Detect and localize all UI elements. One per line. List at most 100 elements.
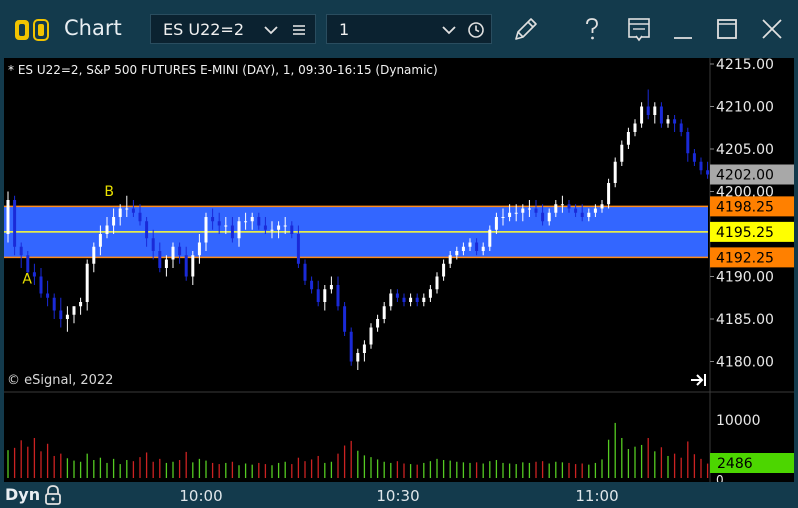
- candle-body: [158, 251, 162, 268]
- candle-body: [217, 221, 221, 226]
- candle-body: [580, 212, 584, 217]
- right-border: [794, 58, 798, 482]
- candle-body: [178, 246, 182, 256]
- candle-body: [257, 217, 261, 226]
- candle-body: [607, 183, 611, 205]
- volume-tick-label: 0: [716, 473, 724, 482]
- mode-label[interactable]: Dyn: [5, 485, 40, 504]
- candle-body: [283, 225, 287, 227]
- candle-body: [673, 119, 677, 124]
- candle-body: [65, 314, 69, 319]
- candle-body: [613, 161, 617, 183]
- clock-icon[interactable]: [467, 21, 485, 39]
- interval-selector[interactable]: 1: [326, 14, 492, 44]
- candle-body: [59, 310, 63, 319]
- candle-body: [501, 217, 505, 218]
- candle-body: [600, 204, 604, 209]
- chart-area[interactable]: 4215.00 4210.00 4205.00 4200.00 4190.00 4185.…: [0, 57, 798, 487]
- candle-body: [303, 263, 307, 281]
- pencil-icon[interactable]: [511, 14, 541, 44]
- candle-body: [488, 229, 492, 247]
- minimize-icon[interactable]: [668, 14, 698, 44]
- candle-body: [448, 255, 452, 264]
- band-layer: [4, 205, 708, 259]
- candle-body: [508, 212, 512, 217]
- candle-body: [409, 297, 413, 302]
- candle-body: [362, 344, 366, 353]
- candle-body: [593, 208, 597, 213]
- candle-body: [435, 276, 439, 290]
- price-tick-label: 4210.00: [716, 100, 774, 116]
- candle-body: [118, 208, 122, 217]
- bottom-bar: Dyn 10:00 10:30 11:00: [0, 482, 798, 508]
- candle-body: [46, 293, 50, 298]
- candle-body: [626, 132, 630, 145]
- candle-body: [481, 246, 485, 251]
- candle-body: [461, 246, 465, 251]
- chevron-down-icon[interactable]: [263, 23, 279, 37]
- symbol-selector[interactable]: ES U22=2: [150, 14, 316, 44]
- candle-body: [32, 272, 36, 277]
- candle-body: [442, 263, 446, 277]
- candle-body: [263, 225, 267, 230]
- candle-body: [290, 225, 294, 234]
- volume-layer: [7, 422, 709, 478]
- band-lower-label: 4192.25: [716, 250, 774, 266]
- chevron-down-icon[interactable]: [441, 23, 457, 37]
- band-mid-label: 4195.25: [716, 225, 774, 241]
- candle-body: [382, 306, 386, 319]
- candle-body: [666, 119, 670, 124]
- current-price-label: 4202.00: [716, 168, 774, 184]
- maximize-icon[interactable]: [712, 14, 742, 44]
- candle-body: [105, 225, 109, 234]
- candle-body: [468, 242, 472, 247]
- help-icon[interactable]: [577, 14, 607, 44]
- candle-body: [541, 212, 545, 222]
- candle-body: [428, 289, 432, 298]
- candle-body: [277, 225, 281, 230]
- template-icon[interactable]: [624, 14, 654, 44]
- candle-body: [527, 208, 531, 210]
- candle-body: [415, 297, 419, 302]
- candle-body: [184, 255, 188, 277]
- close-icon[interactable]: [757, 14, 787, 44]
- candle-body: [554, 204, 558, 213]
- candle-body: [706, 170, 710, 175]
- candle-body: [19, 246, 23, 256]
- price-tick-label: 4215.00: [716, 58, 774, 73]
- price-volume-chart[interactable]: 4215.004210.004205.004200.004190.004185.…: [0, 57, 798, 487]
- candle-body: [567, 204, 571, 209]
- candle-body: [13, 200, 17, 247]
- volume-current-label: 2486: [717, 456, 753, 472]
- candle-body: [26, 255, 30, 273]
- annotation-b: B: [104, 184, 114, 200]
- volume-tick-label: 10000: [716, 413, 761, 429]
- menu-icon[interactable]: [291, 22, 307, 38]
- candle-body: [653, 106, 657, 115]
- candle-body: [296, 234, 300, 264]
- candle-body: [270, 229, 274, 231]
- time-axis-label: 10:30: [376, 487, 420, 505]
- candle-body: [39, 276, 43, 294]
- title-bar: Chart ES U22=2 1: [0, 0, 798, 58]
- lock-icon[interactable]: [43, 484, 63, 506]
- candle-body: [224, 225, 228, 227]
- copyright-text: © eSignal, 2022: [7, 373, 114, 388]
- candle-body: [310, 280, 314, 290]
- annotation-a: A: [22, 271, 32, 287]
- candle-body: [633, 123, 637, 132]
- candle-body: [151, 238, 155, 251]
- candle-body: [659, 106, 663, 124]
- candle-body: [244, 221, 248, 223]
- jump-to-end-icon[interactable]: [690, 372, 708, 388]
- candle-body: [686, 132, 690, 154]
- candle-body: [369, 327, 373, 345]
- candle-body: [395, 293, 399, 298]
- candle-body: [145, 221, 149, 239]
- candle-body: [547, 212, 551, 222]
- candle-body: [171, 246, 175, 260]
- price-tick-label: 4180.00: [716, 355, 774, 371]
- candle-body: [336, 285, 340, 307]
- candle-body: [204, 217, 208, 243]
- candle-body: [164, 259, 168, 268]
